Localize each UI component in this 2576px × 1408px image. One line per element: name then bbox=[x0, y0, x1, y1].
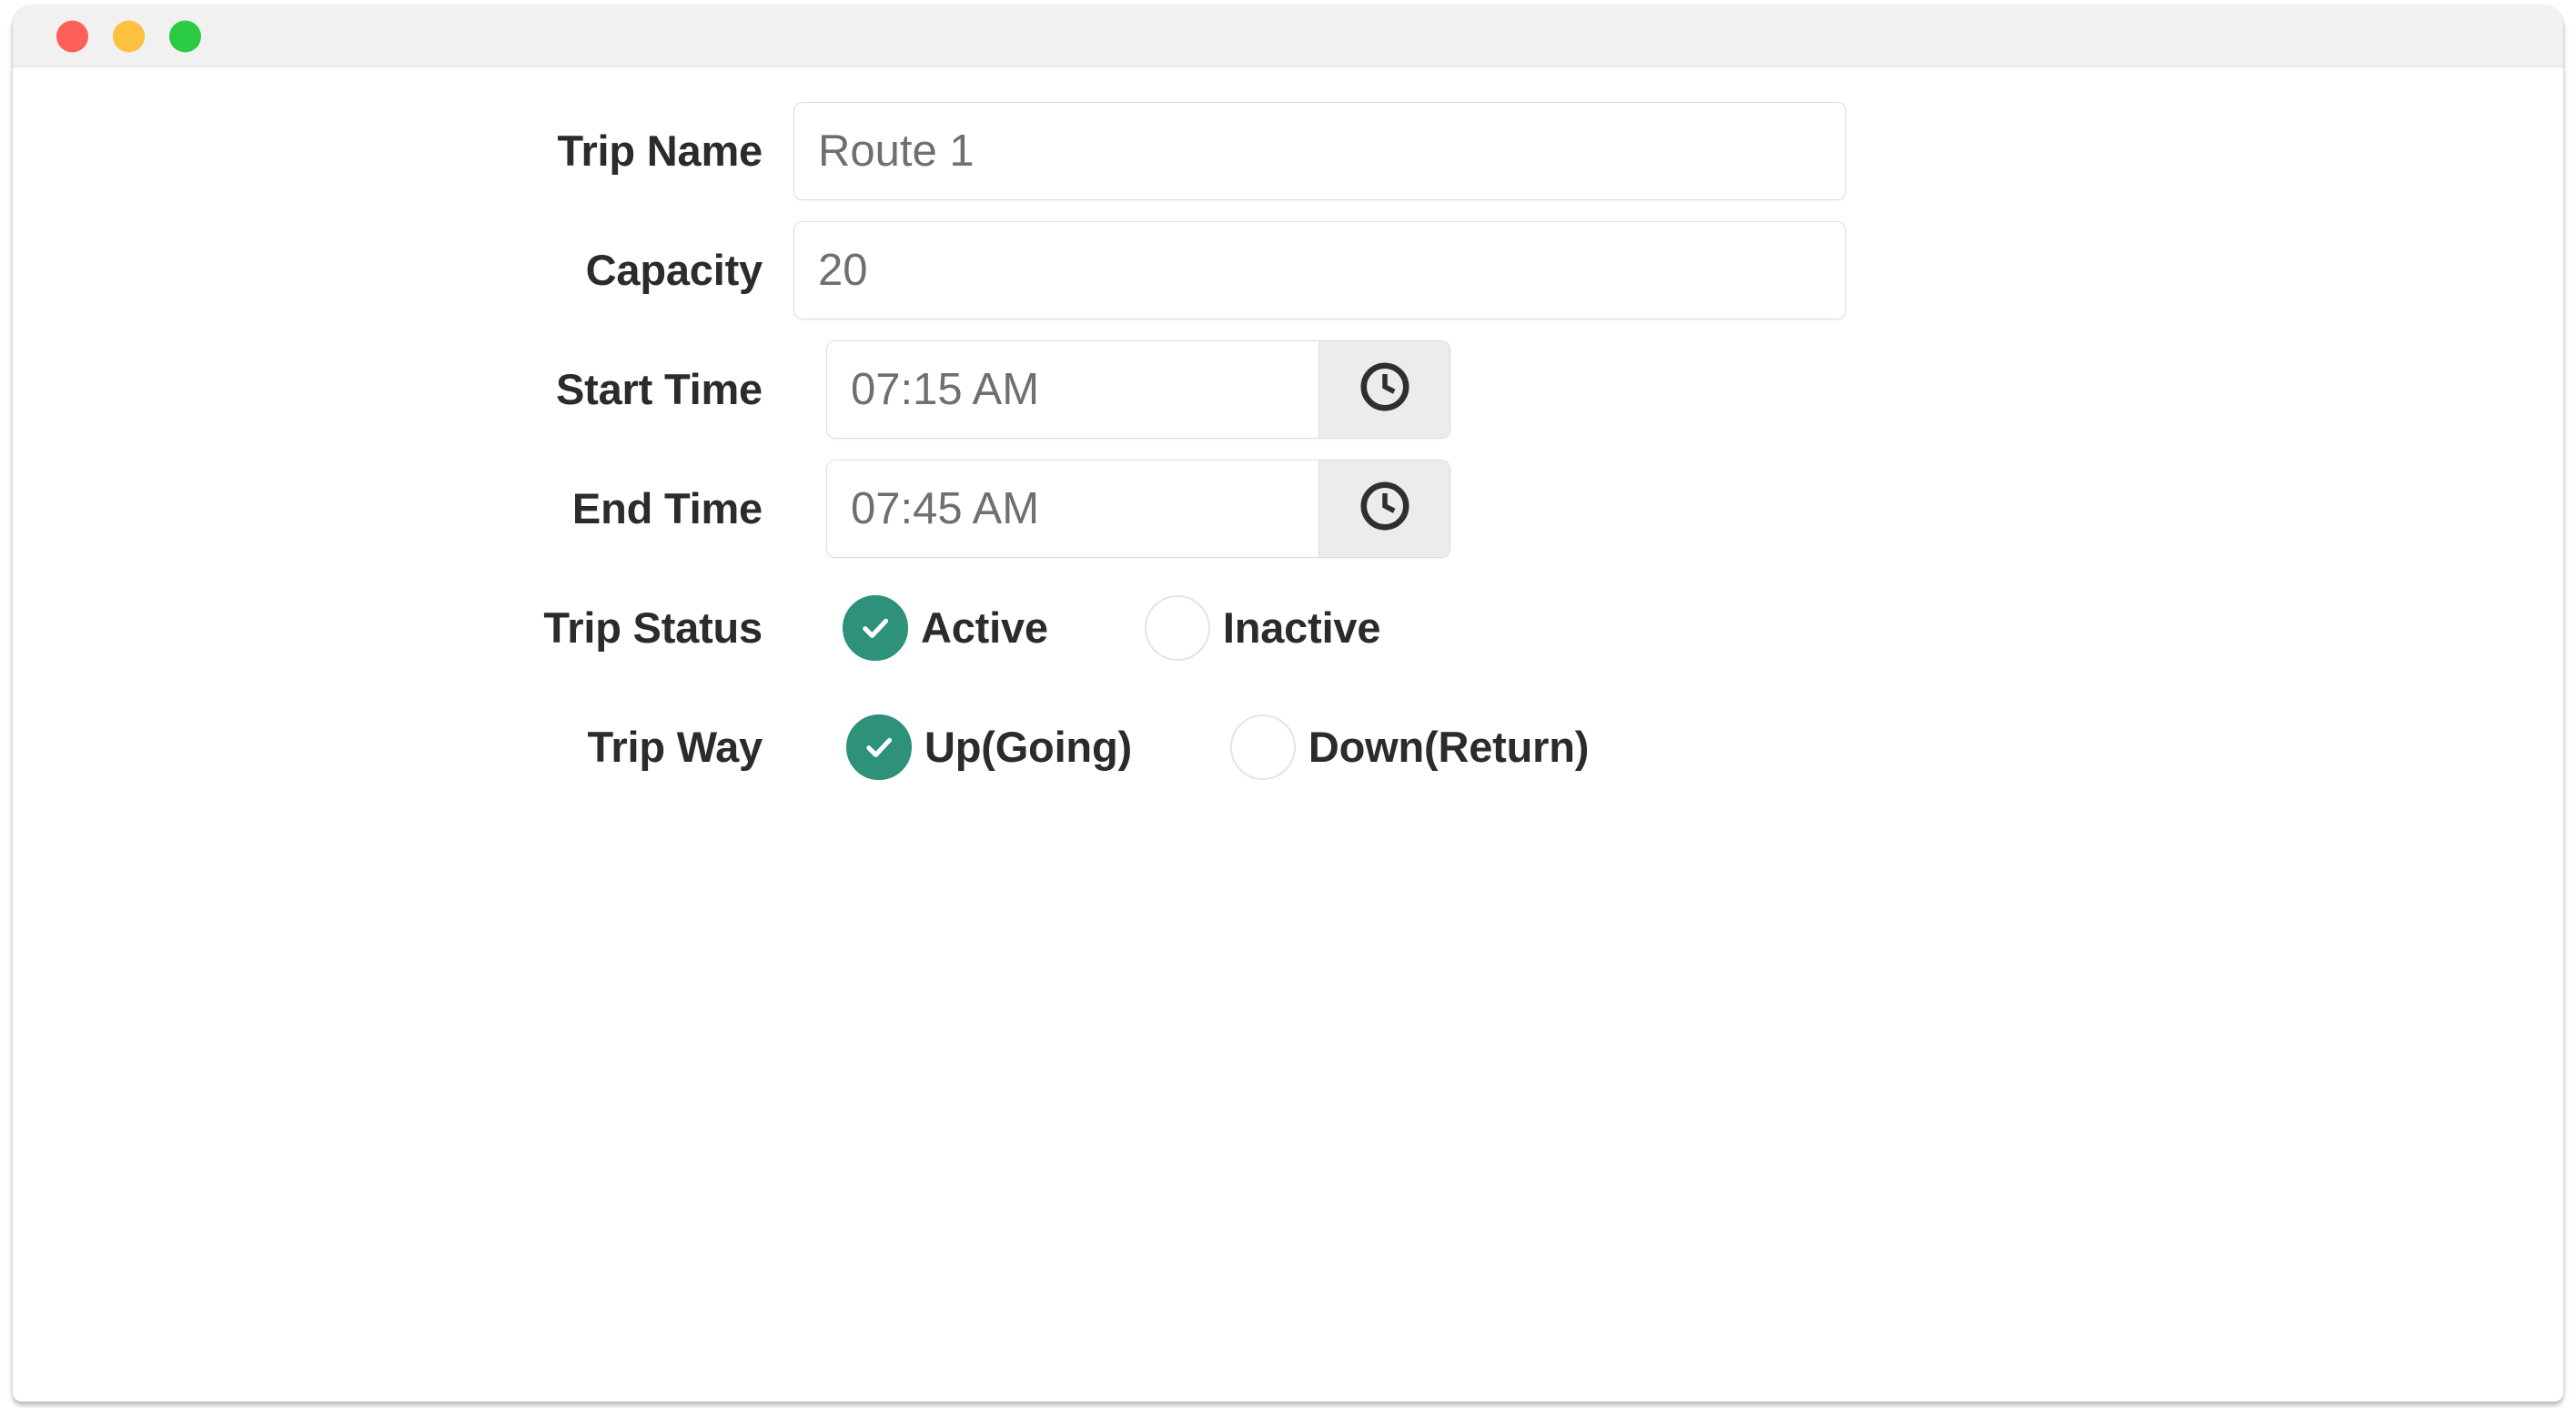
radio-unselected-icon bbox=[1144, 594, 1210, 661]
end-time-label: End Time bbox=[571, 483, 763, 532]
trip-way-option-label: Up(Going) bbox=[924, 723, 1132, 771]
form-row-trip-way: Trip Way Up(Going) Down(Return) bbox=[13, 687, 2563, 806]
radio-selected-icon bbox=[846, 714, 912, 780]
trip-status-option-label: Active bbox=[921, 603, 1048, 652]
trip-form: Trip Name Route 1 Capacity 20 Start Time… bbox=[13, 67, 2563, 1402]
start-time-picker-button[interactable] bbox=[1318, 340, 1450, 438]
capacity-control: 20 bbox=[783, 220, 2563, 319]
capacity-input[interactable]: 20 bbox=[793, 220, 1846, 319]
trip-status-radio-group: Active Inactive bbox=[793, 594, 1381, 661]
app-window: Trip Name Route 1 Capacity 20 Start Time… bbox=[13, 5, 2563, 1402]
trip-way-option-up[interactable]: Up(Going) bbox=[846, 714, 1132, 780]
trip-status-control: Active Inactive bbox=[783, 594, 2563, 661]
form-row-trip-status: Trip Status Active Inactive bbox=[13, 568, 2563, 687]
start-time-control: 07:15 AM bbox=[783, 339, 2563, 439]
trip-name-label: Trip Name bbox=[557, 126, 763, 175]
form-row-trip-name: Trip Name Route 1 bbox=[13, 91, 2563, 210]
maximize-window-button[interactable] bbox=[169, 20, 201, 52]
close-window-button[interactable] bbox=[56, 20, 88, 52]
traffic-light-controls bbox=[56, 20, 201, 52]
form-row-capacity: Capacity 20 bbox=[13, 210, 2563, 329]
clock-icon bbox=[1358, 479, 1412, 538]
start-time-input[interactable]: 07:15 AM bbox=[827, 340, 1318, 438]
trip-status-option-active[interactable]: Active bbox=[843, 594, 1048, 661]
end-time-control: 07:45 AM bbox=[783, 459, 2563, 558]
trip-way-option-label: Down(Return) bbox=[1308, 723, 1590, 771]
trip-status-label: Trip Status bbox=[543, 603, 763, 652]
trip-way-label: Trip Way bbox=[587, 722, 763, 771]
capacity-label: Capacity bbox=[585, 245, 763, 294]
trip-way-radio-group: Up(Going) Down(Return) bbox=[793, 714, 1589, 780]
radio-selected-icon bbox=[843, 594, 908, 661]
trip-status-option-label: Inactive bbox=[1222, 603, 1381, 652]
clock-icon bbox=[1358, 360, 1412, 419]
form-row-start-time: Start Time 07:15 AM bbox=[13, 329, 2563, 449]
form-row-end-time: End Time 07:45 AM bbox=[13, 449, 2563, 568]
window-titlebar bbox=[13, 5, 2563, 67]
trip-name-input[interactable]: Route 1 bbox=[793, 101, 1846, 200]
trip-status-option-inactive[interactable]: Inactive bbox=[1144, 594, 1381, 661]
trip-way-option-down[interactable]: Down(Return) bbox=[1229, 714, 1590, 780]
end-time-input[interactable]: 07:45 AM bbox=[827, 460, 1318, 557]
start-time-label: Start Time bbox=[556, 364, 763, 413]
radio-unselected-icon bbox=[1229, 714, 1296, 780]
trip-way-control: Up(Going) Down(Return) bbox=[783, 714, 2563, 780]
trip-name-control: Route 1 bbox=[783, 101, 2563, 200]
start-time-input-group: 07:15 AM bbox=[826, 339, 1450, 439]
minimize-window-button[interactable] bbox=[113, 20, 145, 52]
end-time-input-group: 07:45 AM bbox=[826, 459, 1450, 558]
end-time-picker-button[interactable] bbox=[1318, 460, 1450, 557]
